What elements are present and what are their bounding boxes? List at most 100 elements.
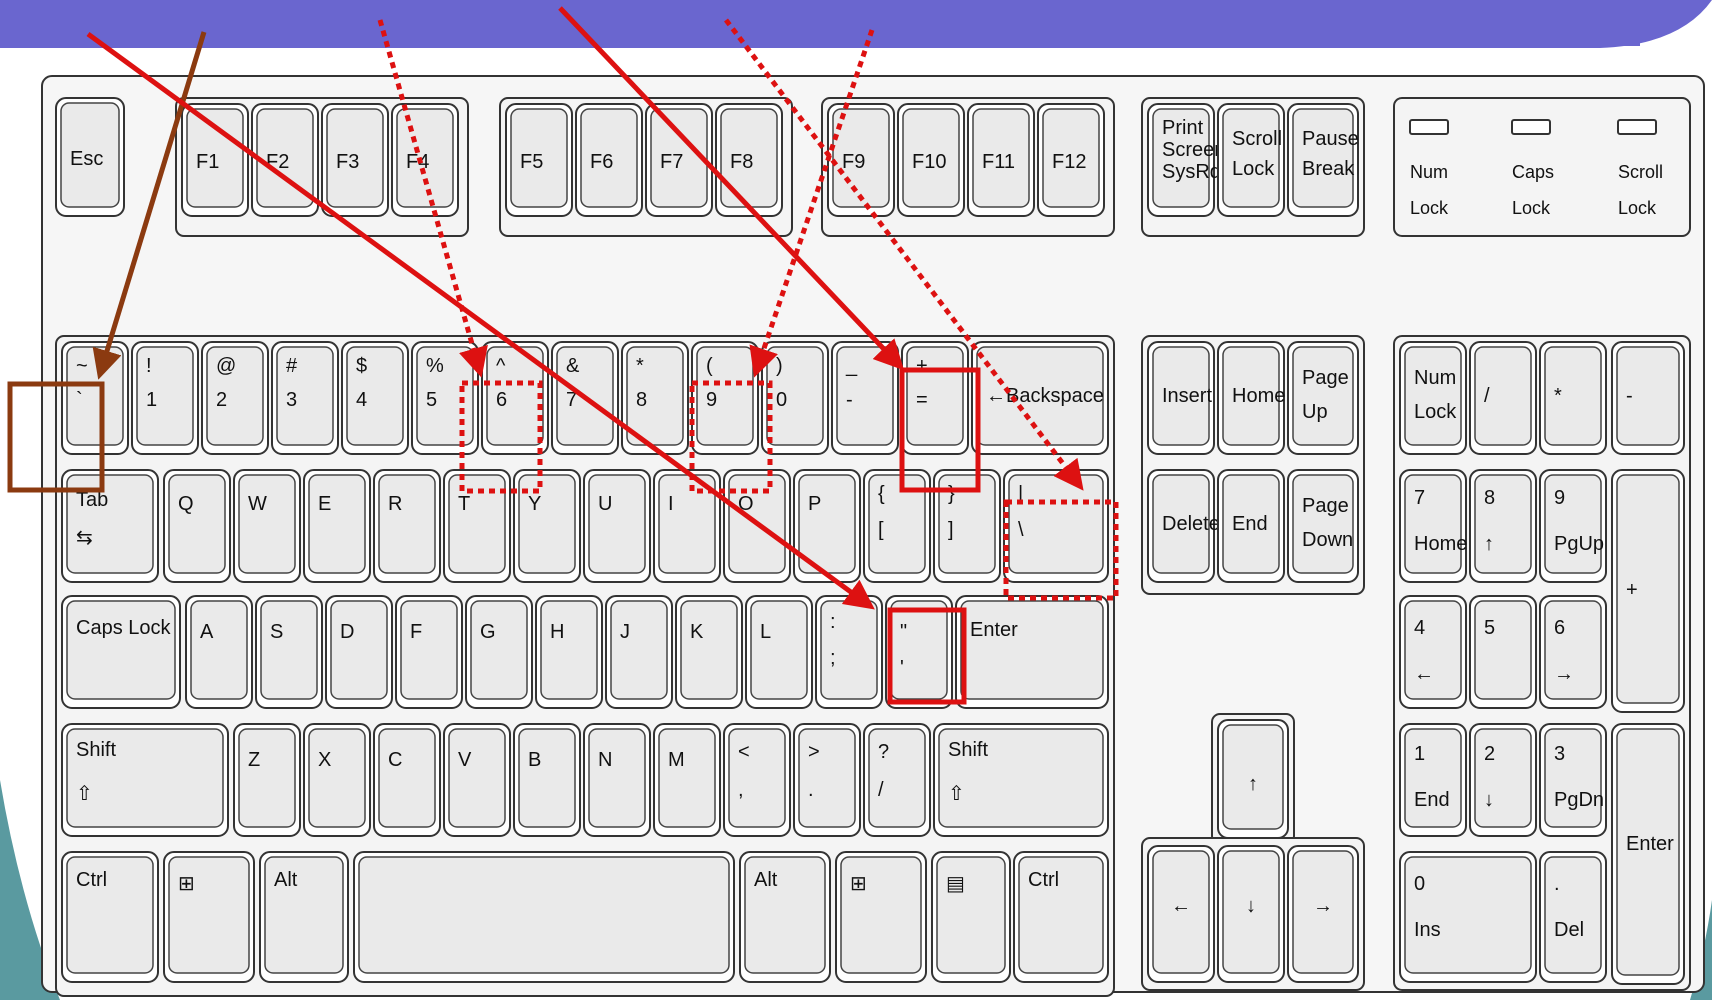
key-h[interactable]: H bbox=[535, 595, 603, 709]
key-s[interactable]: S bbox=[255, 595, 323, 709]
key-np-9[interactable]: 9 PgUp bbox=[1539, 469, 1607, 583]
key-arrow-right[interactable]: → bbox=[1287, 845, 1359, 983]
key-np-0[interactable]: 0 Ins bbox=[1399, 851, 1537, 983]
key-f[interactable]: F bbox=[395, 595, 463, 709]
key-j[interactable]: J bbox=[605, 595, 673, 709]
key-np-5[interactable]: 5 bbox=[1469, 595, 1537, 709]
key-a[interactable]: A bbox=[185, 595, 253, 709]
key-np-minus[interactable]: - bbox=[1611, 341, 1685, 455]
key-y[interactable]: Y bbox=[513, 469, 581, 583]
key-caps-lock[interactable]: Caps Lock bbox=[61, 595, 181, 709]
key-page-up[interactable]: Page Up bbox=[1287, 341, 1359, 455]
key-l[interactable]: L bbox=[745, 595, 813, 709]
key-menu[interactable]: ▤ bbox=[931, 851, 1011, 983]
key-v[interactable]: V bbox=[443, 723, 511, 837]
key-home[interactable]: Home bbox=[1217, 341, 1285, 455]
key-page-down[interactable]: Page Down bbox=[1287, 469, 1359, 583]
key-num-4[interactable]: $4 bbox=[341, 341, 409, 455]
key-f8[interactable]: F8 bbox=[715, 103, 783, 217]
key-k[interactable]: K bbox=[675, 595, 743, 709]
key-space[interactable] bbox=[353, 851, 735, 983]
key-num-2[interactable]: @2 bbox=[201, 341, 269, 455]
key-shift-right[interactable]: Shift ⇧ bbox=[933, 723, 1109, 837]
key-np-6[interactable]: 6→ bbox=[1539, 595, 1607, 709]
key-p[interactable]: P bbox=[793, 469, 861, 583]
key-f1[interactable]: F1 bbox=[181, 103, 249, 217]
key-shift-left[interactable]: Shift ⇧ bbox=[61, 723, 229, 837]
key-num-lock[interactable]: Num Lock bbox=[1399, 341, 1467, 455]
key-k-label-0: K bbox=[690, 621, 704, 643]
key-c[interactable]: C bbox=[373, 723, 441, 837]
key-semicolon[interactable]: :; bbox=[815, 595, 883, 709]
key-alt-left[interactable]: Alt bbox=[259, 851, 349, 983]
key-b[interactable]: B bbox=[513, 723, 581, 837]
key-f5[interactable]: F5 bbox=[505, 103, 573, 217]
key-num-5[interactable]: %5 bbox=[411, 341, 479, 455]
key-n[interactable]: N bbox=[583, 723, 651, 837]
key-t[interactable]: T bbox=[443, 469, 511, 583]
key-enter[interactable]: Enter bbox=[955, 595, 1109, 709]
key-u[interactable]: U bbox=[583, 469, 651, 583]
key-num-12[interactable]: += bbox=[901, 341, 969, 455]
key-np-3[interactable]: 3 PgDn bbox=[1539, 723, 1607, 837]
key-f11[interactable]: F11 bbox=[967, 103, 1035, 217]
key-np-1[interactable]: 1 End bbox=[1399, 723, 1467, 837]
key-num-11[interactable]: _- bbox=[831, 341, 899, 455]
key-f4[interactable]: F4 bbox=[391, 103, 459, 217]
key-alt-right[interactable]: Alt bbox=[739, 851, 831, 983]
key-win-right[interactable]: ⊞ bbox=[835, 851, 927, 983]
key-w[interactable]: W bbox=[233, 469, 301, 583]
key-np-dot[interactable]: . Del bbox=[1539, 851, 1607, 983]
key-np-7[interactable]: 7 Home bbox=[1399, 469, 1467, 583]
key-e[interactable]: E bbox=[303, 469, 371, 583]
key-quote[interactable]: "' bbox=[885, 595, 953, 709]
key-f3[interactable]: F3 bbox=[321, 103, 389, 217]
key-z[interactable]: Z bbox=[233, 723, 301, 837]
key-ctrl-left[interactable]: Ctrl bbox=[61, 851, 159, 983]
key-slash[interactable]: ?/ bbox=[863, 723, 931, 837]
key-arrow-down[interactable]: ↓ bbox=[1217, 845, 1285, 983]
key-win-left[interactable]: ⊞ bbox=[163, 851, 255, 983]
key-num-8[interactable]: *8 bbox=[621, 341, 689, 455]
key-q[interactable]: Q bbox=[163, 469, 231, 583]
key-pause-break[interactable]: Pause Break bbox=[1287, 103, 1359, 217]
key-close-bracket[interactable]: }] bbox=[933, 469, 1001, 583]
key-np-4[interactable]: 4← bbox=[1399, 595, 1467, 709]
key-esc[interactable]: Esc bbox=[55, 97, 125, 217]
key-ctrl-right[interactable]: Ctrl bbox=[1013, 851, 1109, 983]
key-scroll-lock[interactable]: Scroll Lock bbox=[1217, 103, 1285, 217]
key-x[interactable]: X bbox=[303, 723, 371, 837]
key-np-plus[interactable]: + bbox=[1611, 469, 1685, 713]
key-np-enter[interactable]: Enter bbox=[1611, 723, 1685, 985]
key-arrow-left[interactable]: ← bbox=[1147, 845, 1215, 983]
key-print-screen[interactable]: PrintScreenSysRq bbox=[1147, 103, 1225, 217]
key-m[interactable]: M bbox=[653, 723, 721, 837]
key-c-label-0: C bbox=[388, 749, 402, 771]
key-num-3[interactable]: #3 bbox=[271, 341, 339, 455]
key-num-1[interactable]: !1 bbox=[131, 341, 199, 455]
key-delete[interactable]: Delete bbox=[1147, 469, 1220, 583]
key-num-4-label-1: 4 bbox=[356, 389, 367, 411]
key-d[interactable]: D bbox=[325, 595, 393, 709]
key-arrow-up[interactable]: ↑ bbox=[1217, 719, 1289, 839]
key-l-label-0: L bbox=[760, 621, 771, 643]
key-open-bracket[interactable]: {[ bbox=[863, 469, 931, 583]
key-backslash[interactable]: |\ bbox=[1003, 469, 1109, 583]
key-np-8[interactable]: 8↑ bbox=[1469, 469, 1537, 583]
key-g[interactable]: G bbox=[465, 595, 533, 709]
key-comma[interactable]: <, bbox=[723, 723, 791, 837]
key-np-star[interactable]: * bbox=[1539, 341, 1607, 455]
key-num-0[interactable]: ~` bbox=[61, 341, 129, 455]
key-r[interactable]: R bbox=[373, 469, 441, 583]
key-np-slash[interactable]: / bbox=[1469, 341, 1537, 455]
key-insert[interactable]: Insert bbox=[1147, 341, 1215, 455]
key-np-2[interactable]: 2↓ bbox=[1469, 723, 1537, 837]
key-f12[interactable]: F12 bbox=[1037, 103, 1105, 217]
key-period[interactable]: >. bbox=[793, 723, 861, 837]
key-f10[interactable]: F10 bbox=[897, 103, 965, 217]
key-f3-label-0: F3 bbox=[336, 151, 359, 173]
key-end[interactable]: End bbox=[1217, 469, 1285, 583]
key-tab[interactable]: Tab⇆ bbox=[61, 469, 159, 583]
key-f6[interactable]: F6 bbox=[575, 103, 643, 217]
key-num-9[interactable]: (9 bbox=[691, 341, 759, 455]
